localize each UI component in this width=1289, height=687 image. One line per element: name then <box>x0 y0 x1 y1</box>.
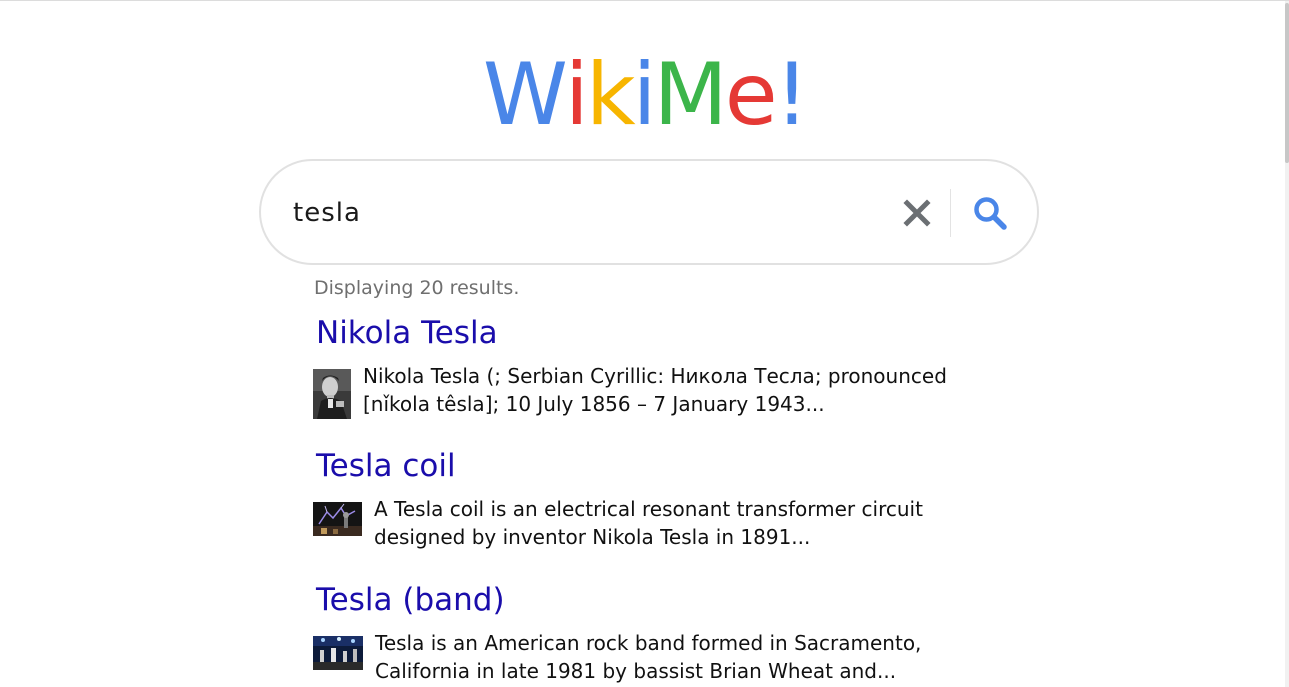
page: WikiMe! Displaying 20 results. Nikola Te… <box>0 0 1289 687</box>
result-snippet-line: [nǐkola têsla]; 10 July 1856 – 7 January… <box>363 392 825 416</box>
search-divider <box>950 189 951 237</box>
search-bar <box>259 159 1039 265</box>
result-title-link[interactable]: Tesla coil <box>316 448 456 484</box>
result-snippet-line: Nikola Tesla (; Serbian Cyrillic: Никола… <box>363 364 947 388</box>
logo-letter: ! <box>774 45 810 145</box>
result-count: Displaying 20 results. <box>314 277 520 299</box>
result-thumbnail[interactable] <box>313 369 351 419</box>
result-snippet: Tesla is an American rock band formed in… <box>375 629 975 685</box>
logo-letter: k <box>585 45 636 145</box>
result-snippet-line: A Tesla coil is an electrical resonant t… <box>374 497 923 521</box>
result-snippet: A Tesla coil is an electrical resonant t… <box>374 495 974 551</box>
logo-letter: i <box>632 45 657 145</box>
scrollbar-track[interactable] <box>1285 1 1289 687</box>
result-thumbnail[interactable] <box>313 502 362 536</box>
result-snippet: Nikola Tesla (; Serbian Cyrillic: Никола… <box>363 362 963 418</box>
search-input[interactable] <box>293 189 853 237</box>
result-snippet-line: California in late 1981 by bassist Brian… <box>375 659 897 683</box>
logo-letter: M <box>653 45 728 145</box>
result-snippet-line: Tesla is an American rock band formed in… <box>375 631 922 655</box>
band-concert-thumbnail-icon <box>313 636 363 670</box>
result-thumbnail[interactable] <box>313 636 363 670</box>
result-title-link[interactable]: Nikola Tesla <box>316 315 498 351</box>
tesla-coil-thumbnail-icon <box>313 502 362 536</box>
logo-letter: e <box>724 45 778 145</box>
search-icon <box>974 197 1007 230</box>
wikime-logo: WikiMe! <box>0 45 1289 145</box>
logo-letter: W <box>482 45 568 145</box>
result-title-link[interactable]: Tesla (band) <box>316 582 505 618</box>
close-icon <box>903 199 931 227</box>
clear-search-button[interactable] <box>901 197 933 229</box>
logo-letter: i <box>564 45 589 145</box>
portrait-thumbnail-icon <box>313 369 351 419</box>
search-button[interactable] <box>972 195 1008 231</box>
scrollbar-thumb[interactable] <box>1285 3 1289 163</box>
result-snippet-line: designed by inventor Nikola Tesla in 189… <box>374 525 811 549</box>
